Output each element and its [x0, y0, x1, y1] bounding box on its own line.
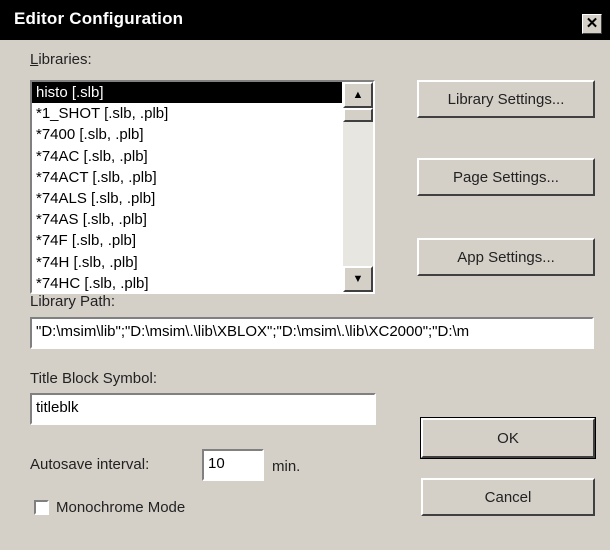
scroll-up-button[interactable]: ▲ — [343, 82, 373, 108]
app-settings-button[interactable]: App Settings... — [417, 238, 595, 276]
title-block-field[interactable]: titleblk — [30, 393, 376, 425]
libraries-listbox[interactable]: histo [.slb] *1_SHOT [.slb, .plb] *7400 [.… — [30, 80, 375, 294]
monochrome-checkbox[interactable] — [34, 500, 49, 515]
window-title: Editor Configuration — [14, 9, 184, 28]
page-settings-button[interactable]: Page Settings... — [417, 158, 595, 196]
library-list-item[interactable]: *74HC [.slb, .plb] — [32, 273, 342, 292]
ok-button[interactable]: OK — [420, 417, 596, 459]
app-settings-label: App Settings... — [457, 248, 555, 266]
cancel-label: Cancel — [484, 488, 532, 506]
library-list-item[interactable]: *74AS [.slb, .plb] — [32, 209, 342, 230]
title-bar: Editor Configuration ✕ — [0, 0, 610, 40]
close-button[interactable]: ✕ — [582, 14, 602, 34]
arrow-up-icon: ▲ — [352, 89, 364, 101]
library-list-item[interactable]: *74ALS [.slb, .plb] — [32, 188, 342, 209]
library-path-field[interactable]: "D:\msim\lib";"D:\msim\.\lib\XBLOX";"D:\… — [30, 317, 594, 349]
libraries-scrollbar[interactable]: ▲ ▼ — [343, 82, 373, 292]
library-settings-button[interactable]: Library Settings... — [417, 80, 595, 118]
ok-label: OK — [497, 429, 519, 447]
libraries-list: histo [.slb] *1_SHOT [.slb, .plb] *7400 [.… — [32, 82, 342, 292]
library-list-item[interactable]: histo [.slb] — [32, 82, 342, 104]
scroll-down-button[interactable]: ▼ — [343, 266, 373, 292]
monochrome-label: Monochrome Mode — [56, 499, 186, 516]
library-list-item[interactable]: *1_SHOT [.slb, .plb] — [32, 103, 342, 124]
cancel-button[interactable]: Cancel — [421, 478, 595, 516]
page-settings-label: Page Settings... — [453, 168, 559, 186]
library-list-item[interactable]: *7400 [.slb, .plb] — [32, 124, 342, 145]
library-list-item[interactable]: *74AC [.slb, .plb] — [32, 146, 342, 167]
library-list-item[interactable]: *74ACT [.slb, .plb] — [32, 167, 342, 188]
scroll-thumb[interactable] — [343, 108, 373, 122]
close-icon: ✕ — [585, 15, 599, 32]
libraries-label: Libraries: — [30, 51, 92, 68]
library-list-item[interactable]: *74H [.slb, .plb] — [32, 252, 342, 273]
autosave-unit-label: min. — [272, 458, 301, 475]
autosave-interval-input[interactable]: 10 — [202, 449, 264, 481]
library-path-label: Library Path: — [30, 293, 116, 310]
library-settings-label: Library Settings... — [447, 90, 565, 108]
title-block-label: Title Block Symbol: — [30, 370, 157, 387]
library-list-item[interactable]: *74F [.slb, .plb] — [32, 230, 342, 251]
autosave-label: Autosave interval: — [30, 456, 150, 473]
arrow-down-icon: ▼ — [352, 273, 364, 285]
